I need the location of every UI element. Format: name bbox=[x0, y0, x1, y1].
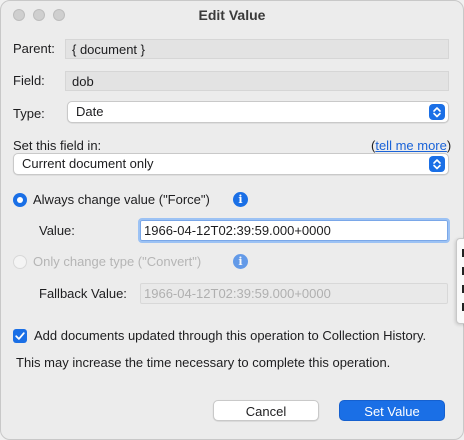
value-input[interactable]: 1966-04-12T02:39:59.000+0000 bbox=[138, 218, 450, 243]
tell-me-more: (tell me more) bbox=[371, 138, 451, 153]
chevron-updown-icon bbox=[429, 104, 445, 120]
field-value: dob bbox=[65, 71, 449, 91]
set-value-button[interactable]: Set Value bbox=[339, 400, 445, 421]
history-label[interactable]: Add documents updated through this opera… bbox=[34, 328, 426, 343]
type-label: Type: bbox=[13, 106, 45, 121]
paren-close: ) bbox=[446, 138, 452, 153]
force-radio[interactable] bbox=[13, 193, 27, 207]
set-in-select[interactable]: Current document only bbox=[13, 153, 449, 175]
warning-note: This may increase the time necessary to … bbox=[16, 355, 391, 370]
parent-value: { document } bbox=[65, 39, 449, 59]
set-in-label: Set this field in: bbox=[13, 138, 102, 153]
cancel-button[interactable]: Cancel bbox=[213, 400, 319, 421]
value-label: Value: bbox=[39, 223, 75, 238]
tell-me-more-link[interactable]: tell me more bbox=[375, 138, 447, 153]
chevron-updown-icon bbox=[429, 156, 445, 172]
force-label[interactable]: Always change value ("Force") bbox=[33, 192, 210, 207]
window-title: Edit Value bbox=[198, 7, 266, 23]
type-select[interactable]: Date bbox=[67, 101, 449, 123]
fallback-label: Fallback Value: bbox=[39, 286, 127, 301]
parent-label: Parent: bbox=[13, 41, 55, 56]
history-checkbox[interactable] bbox=[13, 329, 27, 343]
checkmark-icon bbox=[15, 332, 25, 340]
fallback-input[interactable]: 1966-04-12T02:39:59.000+0000 bbox=[140, 283, 448, 304]
field-label: Field: bbox=[13, 73, 45, 88]
convert-info-icon[interactable]: i bbox=[233, 254, 248, 269]
convert-radio[interactable] bbox=[13, 255, 27, 269]
edit-value-dialog: Edit Value Parent: { document } Field: d… bbox=[0, 0, 464, 440]
force-info-icon[interactable]: i bbox=[233, 192, 248, 207]
type-select-value: Date bbox=[76, 104, 104, 119]
title-bar: Edit Value bbox=[1, 1, 463, 29]
convert-label[interactable]: Only change type ("Convert") bbox=[33, 254, 201, 269]
info-popover-edge bbox=[456, 238, 464, 324]
set-in-select-value: Current document only bbox=[22, 156, 154, 171]
